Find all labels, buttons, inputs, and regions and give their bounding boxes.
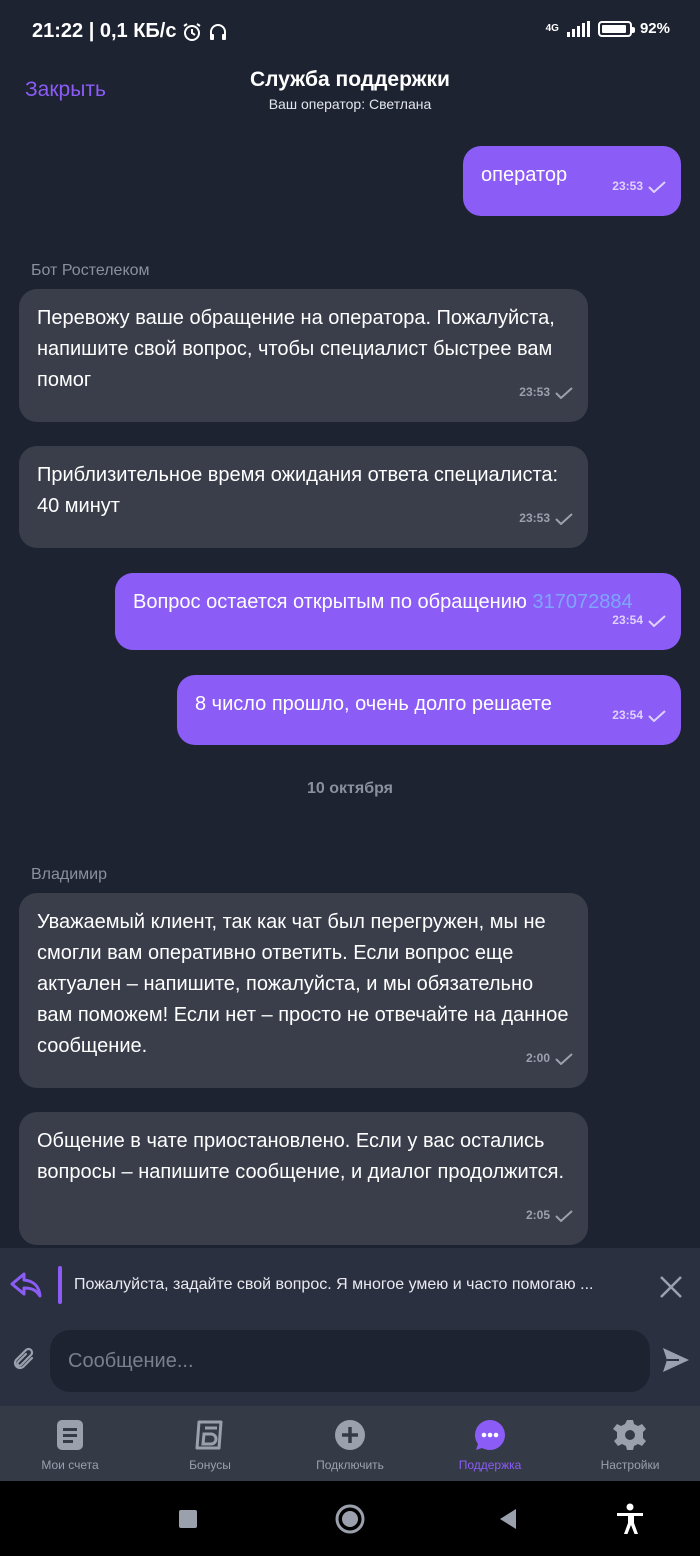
- message-outgoing[interactable]: оператор 23:53: [463, 146, 681, 216]
- chat-icon: [475, 1420, 505, 1450]
- close-icon[interactable]: [658, 1274, 684, 1300]
- sender-name: Владимир: [31, 866, 108, 883]
- message-time: 2:05: [525, 1208, 550, 1222]
- message-incoming[interactable]: Общение в чате приостановлено. Если у ва…: [19, 1112, 588, 1245]
- reply-accent-bar: [58, 1266, 62, 1304]
- accessibility-icon[interactable]: [612, 1501, 648, 1537]
- plus-icon: [335, 1420, 365, 1450]
- reply-preview-text: Пожалуйста, задайте свой вопрос. Я много…: [74, 1276, 594, 1293]
- message-incoming[interactable]: Перевожу ваше обращение на оператора. По…: [19, 289, 588, 422]
- document-icon: [57, 1420, 83, 1450]
- status-left: 21:22 | 0,1 КБ/с: [32, 20, 228, 43]
- message-time: 23:53: [612, 179, 643, 193]
- operator-subtitle: Ваш оператор: Светлана: [268, 96, 432, 112]
- sent-check-icon: [648, 614, 666, 627]
- status-right: 4G 92%: [546, 20, 670, 37]
- bottom-tab-bar: Мои счета Бонусы Подключить Поддержка На…: [0, 1406, 700, 1481]
- chat-thread[interactable]: оператор 23:53 Бот Ростелеком Перевожу в…: [0, 130, 700, 1248]
- battery-level: [601, 24, 626, 33]
- header-center: Служба поддержки Ваш оператор: Светлана: [0, 68, 700, 112]
- tab-accounts[interactable]: Мои счета: [0, 1406, 140, 1481]
- system-nav-bar: [0, 1481, 700, 1556]
- message-text: Приблизительное время ожидания ответа сп…: [37, 464, 559, 517]
- message-text: 8 число прошло, очень долго решаете: [195, 693, 552, 715]
- message-incoming[interactable]: Уважаемый клиент, так как чат был перегр…: [19, 893, 588, 1088]
- tab-settings[interactable]: Настройки: [560, 1406, 700, 1481]
- alarm-icon: [183, 22, 202, 41]
- tab-label: Бонусы: [189, 1458, 231, 1472]
- tab-label: Мои счета: [41, 1458, 99, 1472]
- battery-percent: 92%: [639, 20, 670, 37]
- tab-label: Подключить: [316, 1458, 384, 1472]
- message-time: 23:53: [519, 511, 550, 525]
- message-incoming[interactable]: Приблизительное время ожидания ответа сп…: [19, 446, 588, 548]
- day-separator: 10 октября: [307, 780, 393, 797]
- message-meta: 23:54: [612, 605, 667, 636]
- chat-header: Закрыть Служба поддержки Ваш оператор: С…: [0, 62, 700, 130]
- status-bar: 21:22 | 0,1 КБ/с 4G 92%: [0, 0, 700, 62]
- status-time: 21:22 | 0,1 КБ/с: [32, 20, 177, 42]
- tab-label: Настройки: [600, 1458, 660, 1472]
- message-time: 23:54: [612, 613, 643, 627]
- back-button-icon[interactable]: [490, 1501, 526, 1537]
- reply-icon: [10, 1272, 42, 1298]
- sent-check-icon: [555, 1209, 573, 1222]
- signal-icon: [566, 20, 590, 37]
- message-meta: 23:53: [519, 377, 574, 408]
- message-text: Перевожу ваше обращение на оператора. По…: [37, 307, 555, 391]
- sender-name: Бот Ростелеком: [31, 262, 150, 279]
- battery-icon: [597, 20, 635, 37]
- bonus-icon: [195, 1420, 223, 1450]
- message-input[interactable]: [50, 1330, 650, 1392]
- sent-check-icon: [648, 180, 666, 193]
- message-text: Уважаемый клиент, так как чат был перегр…: [37, 911, 569, 1057]
- paperclip-icon[interactable]: [10, 1346, 40, 1376]
- sent-check-icon: [555, 512, 573, 525]
- send-icon[interactable]: [660, 1344, 692, 1376]
- message-text: оператор: [481, 164, 568, 186]
- tab-support[interactable]: Поддержка: [420, 1406, 560, 1481]
- message-outgoing[interactable]: Вопрос остается открытым по обращению 31…: [115, 573, 681, 650]
- headphones-icon: [210, 23, 227, 40]
- message-time: 23:53: [519, 385, 550, 399]
- message-meta: 23:53: [612, 171, 667, 202]
- message-text: Общение в чате приостановлено. Если у ва…: [37, 1130, 565, 1183]
- gear-icon: [613, 1420, 646, 1450]
- message-meta: 2:05: [526, 1200, 574, 1231]
- sent-check-icon: [555, 1052, 573, 1065]
- network-type: 4G: [545, 22, 559, 34]
- tab-label: Поддержка: [458, 1458, 522, 1472]
- home-button-icon[interactable]: [332, 1501, 368, 1537]
- message-meta: 2:00: [526, 1043, 574, 1074]
- tab-connect[interactable]: Подключить: [280, 1406, 420, 1481]
- page-title: Служба поддержки: [250, 68, 450, 91]
- sent-check-icon: [555, 386, 573, 399]
- message-meta: 23:54: [612, 700, 667, 731]
- message-meta: 23:53: [519, 503, 574, 534]
- tab-bonuses[interactable]: Бонусы: [140, 1406, 280, 1481]
- recents-button-icon[interactable]: [170, 1501, 206, 1537]
- message-time: 2:00: [525, 1051, 550, 1065]
- message-time: 23:54: [612, 708, 643, 722]
- reply-preview-panel: Пожалуйста, задайте свой вопрос. Я много…: [0, 1248, 700, 1328]
- message-outgoing[interactable]: 8 число прошло, очень долго решаете 23:5…: [177, 675, 681, 745]
- sent-check-icon: [648, 709, 666, 722]
- message-composer: [0, 1328, 700, 1406]
- message-text: Вопрос остается открытым по обращению: [133, 591, 533, 613]
